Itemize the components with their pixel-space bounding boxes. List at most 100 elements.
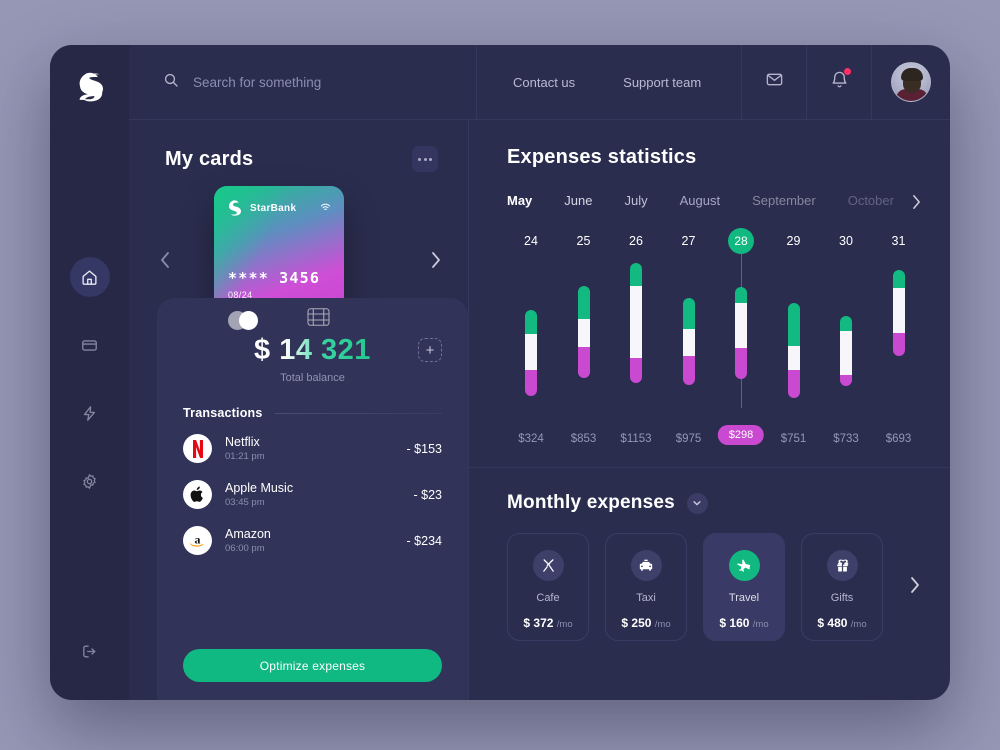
support-team-link[interactable]: Support team [623,75,701,90]
cutlery-icon [532,550,564,581]
chart-value-label: $975 [675,433,702,445]
bar-segment-green [630,263,642,286]
gift-icon [826,550,858,581]
expense-amount: $ 160 /mo [719,616,768,630]
expenses-bar-chart: 24 $324 25 $853 26 $1153 27 $975 28 $298 29 $751 30 $… [505,228,916,445]
sidebar-item-settings[interactable] [70,461,110,501]
search-zone [129,45,477,119]
chart-column: 25 $853 [558,230,610,445]
apple-icon [183,480,212,509]
expense-category-name: Gifts [830,592,854,604]
expense-card-cafe[interactable]: Cafe $ 372 /mo [507,533,589,641]
carousel-prev-button[interactable] [153,248,177,272]
add-card-button[interactable]: + [418,338,442,362]
bar-segment-white [630,286,642,358]
expense-card-gifts[interactable]: Gifts $ 480 /mo [801,533,883,641]
right-column: Expenses statistics May June July August… [469,120,950,700]
chart-bar[interactable] [735,287,747,379]
tab-month-june[interactable]: June [564,193,592,208]
avatar[interactable] [891,62,931,102]
transaction-amount: - $153 [406,441,442,456]
bar-segment-green [525,310,537,334]
chart-bar[interactable] [630,263,642,383]
chart-value-label: $733 [833,433,859,445]
top-bar: Contact us Support team [129,45,950,120]
card-expiry: 08/24 [228,290,253,300]
top-links: Contact us Support team [477,45,742,119]
mail-button[interactable] [742,45,807,119]
main-area: Contact us Support team [129,45,950,700]
expense-amount-period: /mo [654,619,671,630]
expense-card-travel[interactable]: Travel $ 160 /mo [703,533,785,641]
chart-day[interactable]: 26 [623,230,649,252]
transaction-time: 06:00 pm [225,543,265,554]
expense-card-taxi[interactable]: Taxi $ 250 /mo [605,533,687,641]
expense-amount-period: /mo [850,619,867,630]
chart-day-selected[interactable]: 28 [728,228,754,254]
chart-column: 27 $975 [663,230,715,445]
home-icon [81,269,98,286]
bar-segment-white [892,288,905,333]
chart-bar[interactable] [525,310,537,396]
bar-segment-green [892,270,905,288]
list-item[interactable]: Apple Music 03:45 pm - $23 [183,480,442,509]
chart-bar[interactable] [840,316,852,386]
expense-categories: Cafe $ 372 /mo Taxi $ 250 /mo Travel $ 1… [507,533,919,641]
chart-day[interactable]: 30 [833,230,859,252]
transactions-list: Netflix 01:21 pm - $153 Apple Music 03:4… [183,434,442,555]
chart-bar[interactable] [892,270,905,356]
chart-column: 28 $298 [715,228,767,445]
transaction-amount: - $234 [406,533,442,548]
notifications-button[interactable] [807,45,872,119]
bar-segment-green [577,286,590,319]
chart-day[interactable]: 25 [571,230,597,252]
list-item[interactable]: a Amazon 06:00 pm - $234 [183,526,442,555]
sidebar-item-home[interactable] [69,257,110,297]
monthly-expenses-title: Monthly expenses [507,492,675,513]
sidebar-item-cards[interactable] [70,325,110,365]
bar-segment-green [787,303,800,346]
starbank-s-logo-icon [70,67,110,107]
tab-month-september[interactable]: September [752,193,816,208]
list-item[interactable]: Netflix 01:21 pm - $153 [183,434,442,463]
tab-month-may[interactable]: May [507,193,532,208]
chart-value-label: $693 [885,433,912,445]
chart-bar[interactable] [682,298,695,385]
tab-month-october[interactable]: October [848,193,894,208]
chart-column: 24 $324 [505,230,557,445]
months-next-button[interactable] [911,194,922,214]
chart-day[interactable]: 29 [781,230,807,252]
expense-amount-value: $ 160 [719,616,750,630]
avatar-hair [901,68,923,81]
sidebar [50,45,129,700]
chart-day[interactable]: 24 [518,230,544,252]
tab-month-august[interactable]: August [680,193,720,208]
more-dots-icon[interactable] [412,146,438,172]
chart-bar[interactable] [577,286,590,378]
chart-day[interactable]: 27 [676,230,702,252]
logout-button[interactable] [70,634,110,674]
card-number: **** 3456 [228,269,321,287]
expense-amount: $ 250 /mo [621,616,670,630]
sidebar-item-activity[interactable] [70,393,110,433]
chart-value-label-selected: $298 [717,425,765,445]
chart-bar[interactable] [787,303,800,398]
monthly-expenses-panel: Monthly expenses Cafe $ 372 /mo Taxi $ 2… [469,468,950,700]
carousel-next-button[interactable] [424,248,448,272]
dot [429,157,432,161]
mail-icon [765,70,784,94]
expense-amount: $ 372 /mo [523,616,572,630]
tab-month-july[interactable]: July [625,193,648,208]
contact-us-link[interactable]: Contact us [513,75,575,90]
bank-name: StarBank [250,202,297,214]
logout-icon [81,643,98,665]
chart-day[interactable]: 31 [886,230,912,252]
total-balance-label: Total balance [280,372,345,384]
optimize-expenses-button[interactable]: Optimize expenses [183,649,442,682]
chevron-down-icon[interactable] [686,492,708,514]
search-input[interactable] [193,74,476,90]
chart-column: 30 $733 [820,230,872,445]
categories-next-button[interactable] [909,576,921,599]
chart-value-label: $1153 [620,433,652,445]
month-tabs: May June July August September October [507,193,920,209]
